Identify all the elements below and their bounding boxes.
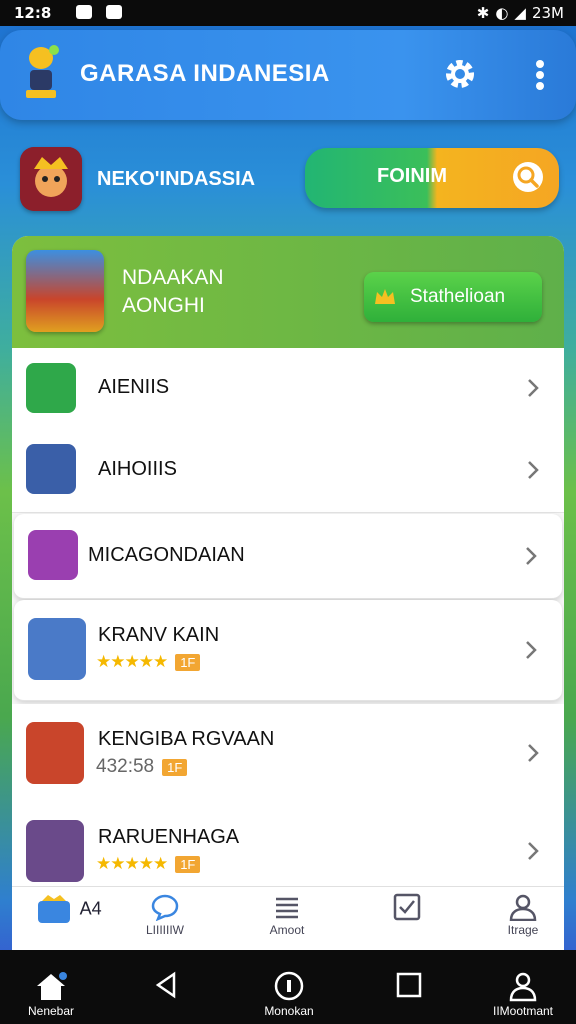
avatar[interactable] bbox=[20, 147, 82, 211]
square-icon bbox=[396, 972, 422, 998]
status-time: 12:8 bbox=[14, 4, 52, 22]
list-item-meta: ★★★★★ 1F bbox=[96, 652, 201, 672]
game-thumbnail bbox=[28, 618, 86, 680]
rating-stars: ★★★★★ bbox=[96, 854, 168, 873]
list-item-meta: ★★★★★ 1F bbox=[96, 854, 201, 874]
subscribe-button-label: Stathelioan bbox=[410, 286, 506, 307]
list-item-name: KENGIBA RGVAAN bbox=[98, 728, 275, 750]
app-header: GARASA INDANESIA bbox=[0, 30, 576, 120]
nav-overview[interactable] bbox=[364, 970, 454, 1002]
tab-label: Amoot bbox=[269, 923, 305, 937]
bluetooth-icon: ✱ bbox=[476, 4, 490, 22]
person-icon bbox=[509, 894, 537, 921]
age-badge: 1F bbox=[162, 758, 188, 776]
list-item[interactable]: KENGIBA RGVAAN 432:58 1F bbox=[12, 704, 564, 803]
bottom-tab-bar: A4 LIIIIIIW Amoot Itrage bbox=[12, 886, 564, 951]
nav-recent[interactable]: Monokan bbox=[244, 970, 334, 1018]
game-list-panel: NDAAKAN AONGHI Stathelioan AIENIIS AIHOI… bbox=[12, 236, 564, 950]
wifi-icon: ◐ bbox=[495, 4, 509, 22]
notification-icon bbox=[76, 5, 92, 19]
game-thumbnail bbox=[26, 444, 76, 494]
list-item-name: MICAGONDAIAN bbox=[88, 544, 245, 566]
profile-name: NEKO'INDASSIA bbox=[97, 168, 256, 190]
chevron-right-icon bbox=[528, 744, 539, 762]
featured-banner: NDAAKAN AONGHI Stathelioan bbox=[12, 236, 564, 348]
age-badge: 1F bbox=[175, 855, 201, 873]
crown-icon bbox=[375, 289, 395, 304]
checkbox-icon bbox=[393, 893, 421, 921]
tab-profile[interactable]: Itrage bbox=[478, 893, 568, 937]
list-item-name: AIENIIS bbox=[98, 376, 170, 398]
chat-bubble-icon bbox=[151, 894, 179, 921]
search-icon bbox=[513, 162, 543, 192]
featured-title-line: AONGHI bbox=[122, 294, 205, 317]
game-thumbnail bbox=[26, 363, 76, 413]
forum-search-button[interactable]: FOINIM bbox=[305, 148, 559, 208]
chevron-right-icon bbox=[528, 461, 539, 479]
featured-title-line: NDAAKAN bbox=[122, 266, 224, 289]
list-item[interactable]: AIHOIIIS bbox=[12, 428, 564, 513]
chevron-right-icon bbox=[528, 842, 539, 860]
settings-gear-icon[interactable] bbox=[442, 56, 478, 92]
circle-home-icon bbox=[274, 971, 304, 1001]
tab-home[interactable]: A4 bbox=[12, 893, 122, 925]
person-icon bbox=[509, 972, 537, 1002]
list-item[interactable]: KRANV KAIN ★★★★★ 1F bbox=[14, 600, 562, 701]
nav-label: IIMootmant bbox=[492, 1004, 554, 1018]
nav-label: Monokan bbox=[264, 1004, 314, 1018]
rating-stars: ★★★★★ bbox=[96, 652, 168, 671]
back-icon bbox=[155, 971, 176, 999]
forum-button-label: FOINIM bbox=[377, 165, 447, 187]
age-badge: 1F bbox=[175, 653, 201, 671]
app-title: GARASA INDANESIA bbox=[80, 60, 330, 87]
tab-tasks[interactable] bbox=[362, 893, 452, 923]
game-thumbnail bbox=[26, 722, 84, 784]
status-right-text: 23M bbox=[531, 4, 564, 22]
notification-icon bbox=[106, 5, 122, 19]
home-icon bbox=[37, 972, 67, 1000]
chevron-right-icon bbox=[528, 379, 539, 397]
signal-icon: ◢ bbox=[514, 4, 526, 22]
nav-home[interactable]: Nenebar bbox=[6, 970, 96, 1018]
list-item-name: AIHOIIIS bbox=[98, 458, 177, 480]
featured-title: NDAAKAN AONGHI bbox=[122, 264, 224, 320]
nav-account[interactable]: IIMootmant bbox=[478, 970, 568, 1018]
game-tab-icon bbox=[38, 895, 71, 923]
game-thumbnail bbox=[26, 820, 84, 882]
list-item[interactable]: RARUENHAGA ★★★★★ 1F bbox=[12, 802, 564, 899]
status-icons: ✱ ◐ ◢ 23M bbox=[477, 4, 564, 22]
system-navigation-bar: Nenebar Monokan IIMootmant bbox=[0, 950, 576, 1024]
list-item[interactable]: MICAGONDAIAN bbox=[14, 514, 562, 599]
trophy-mascot-icon bbox=[26, 45, 59, 98]
nav-label: Nenebar bbox=[27, 1004, 75, 1018]
list-icon bbox=[276, 897, 298, 919]
featured-game-image[interactable] bbox=[26, 250, 104, 332]
chevron-right-icon bbox=[526, 641, 537, 659]
list-item-meta: 432:58 1F bbox=[96, 756, 188, 778]
more-menu-icon[interactable] bbox=[528, 58, 552, 94]
list-item-stat: 432:58 bbox=[96, 756, 155, 777]
tab-list[interactable]: Amoot bbox=[242, 893, 332, 937]
tab-label: LIIIIIIW bbox=[145, 923, 184, 937]
subscribe-button[interactable]: Stathelioan bbox=[364, 272, 542, 322]
list-item[interactable]: AIENIIS bbox=[12, 348, 564, 429]
game-thumbnail bbox=[28, 530, 78, 580]
tab-label: Itrage bbox=[507, 923, 539, 937]
status-bar: 12:8 ✱ ◐ ◢ 23M bbox=[0, 0, 576, 26]
list-item-name: KRANV KAIN bbox=[98, 624, 220, 646]
tab-label: A4 bbox=[79, 898, 102, 919]
list-item-name: RARUENHAGA bbox=[98, 826, 240, 848]
tab-chat[interactable]: LIIIIIIW bbox=[120, 893, 210, 937]
nav-back[interactable] bbox=[122, 970, 212, 1002]
chevron-right-icon bbox=[526, 547, 537, 565]
